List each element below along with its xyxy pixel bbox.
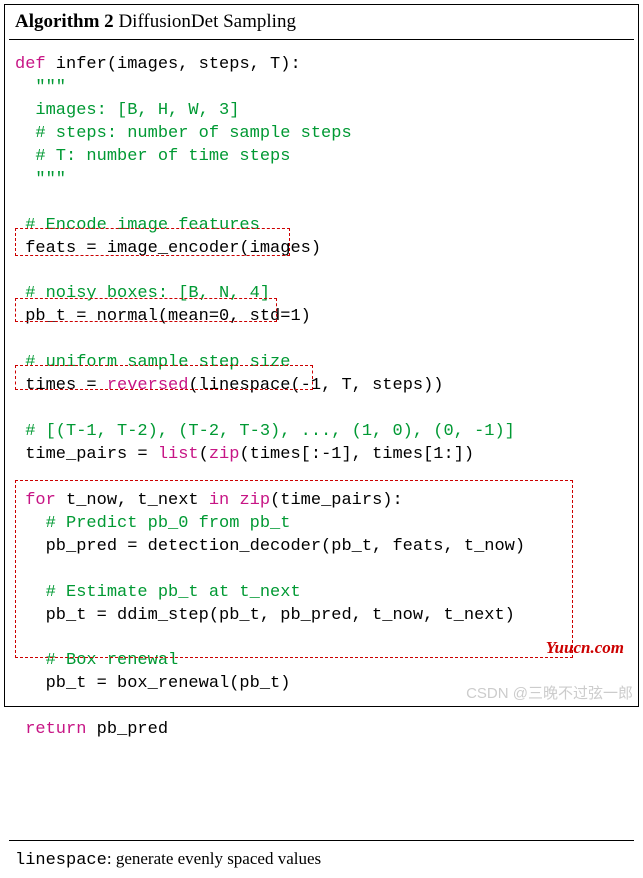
comment-renewal: # Box renewal	[15, 651, 178, 670]
line-pairs-mid: (	[199, 445, 209, 464]
keyword-reversed: reversed	[107, 376, 189, 395]
docstring-line: images: [B, H, W, 3]	[15, 101, 239, 120]
comment-pairs: # [(T-1, T-2), (T-2, T-3), ..., (1, 0), …	[15, 422, 515, 441]
docstring-line: # T: number of time steps	[15, 147, 290, 166]
line-pbt: pb_t = normal(mean=0, std=1)	[15, 307, 311, 326]
footnote-term: linespace	[15, 851, 107, 870]
for-post2: (time_pairs):	[270, 491, 403, 510]
comment-estimate: # Estimate pb_t at t_next	[15, 583, 301, 602]
csdn-watermark: CSDN @三晚不过弦一郎	[466, 682, 633, 703]
keyword-zip2: zip	[239, 491, 270, 510]
keyword-zip: zip	[209, 445, 240, 464]
line-pairs-pre: time_pairs =	[15, 445, 158, 464]
yuucn-watermark: Yuucn.com	[546, 638, 624, 658]
code-block: def infer(images, steps, T): """ images:…	[5, 40, 638, 840]
keyword-def: def	[15, 55, 46, 74]
keyword-list: list	[158, 445, 199, 464]
keyword-for: for	[15, 491, 56, 510]
line-pred: pb_pred = detection_decoder(pb_t, feats,…	[15, 537, 525, 556]
comment-predict: # Predict pb_0 from pb_t	[15, 514, 290, 533]
for-mid: t_now, t_next	[56, 491, 209, 510]
for-post1	[229, 491, 239, 510]
algorithm-number: Algorithm 2	[15, 11, 114, 32]
footnote-sep: :	[107, 849, 116, 868]
docstring-line: # steps: number of sample steps	[15, 124, 352, 143]
line-feats: feats = image_encoder(images)	[15, 239, 321, 258]
function-signature: infer(images, steps, T):	[46, 55, 301, 74]
algorithm-title: DiffusionDet Sampling	[114, 11, 296, 32]
line-times-post: (linespace(-1, T, steps))	[188, 376, 443, 395]
keyword-in: in	[209, 491, 229, 510]
docstring-open: """	[15, 78, 66, 97]
line-ddim: pb_t = ddim_step(pb_t, pb_pred, t_now, t…	[15, 606, 515, 625]
algorithm-header: Algorithm 2 DiffusionDet Sampling	[5, 5, 638, 39]
comment-encode: # Encode image features	[15, 216, 260, 235]
footnote: linespace: generate evenly spaced values	[5, 841, 638, 878]
keyword-return: return	[15, 720, 86, 739]
return-value: pb_pred	[86, 720, 168, 739]
comment-uniform: # uniform sample step size	[15, 353, 290, 372]
line-pairs-post: (times[:-1], times[1:])	[239, 445, 474, 464]
comment-noisy: # noisy boxes: [B, N, 4]	[15, 284, 270, 303]
algorithm-box: Algorithm 2 DiffusionDet Sampling def in…	[4, 4, 639, 707]
line-times-pre: times =	[15, 376, 107, 395]
footnote-desc: generate evenly spaced values	[116, 849, 321, 868]
line-renewal: pb_t = box_renewal(pb_t)	[15, 674, 290, 693]
docstring-close: """	[15, 170, 66, 189]
